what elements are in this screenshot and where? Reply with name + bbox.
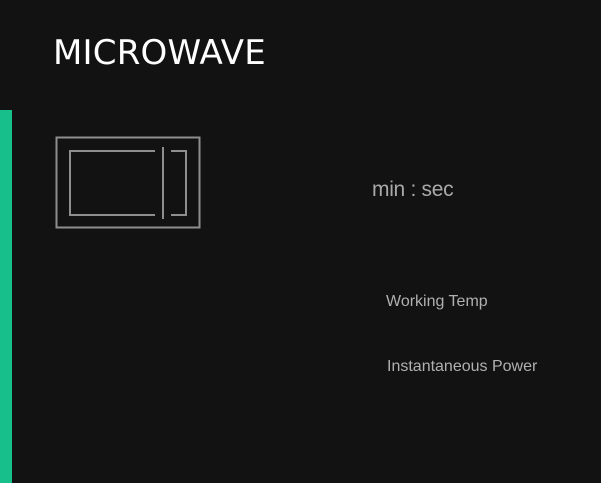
- timer-unit-label: min : sec: [372, 178, 454, 201]
- status-accent-bar: [0, 110, 12, 483]
- instantaneous-power-label: Instantaneous Power: [387, 358, 538, 375]
- microwave-icon: [55, 136, 202, 230]
- working-temp-label: Working Temp: [386, 293, 488, 310]
- page-title: MICROWAVE: [53, 33, 266, 73]
